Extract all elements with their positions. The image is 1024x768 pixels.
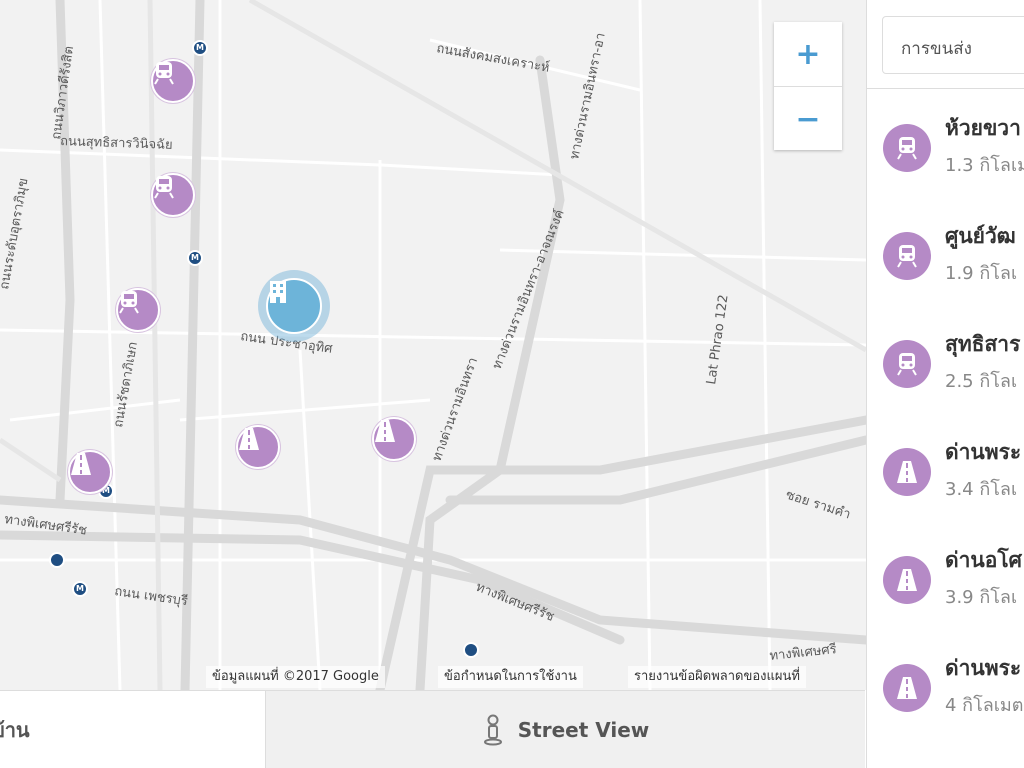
list-item[interactable]: ด่านพระ 4 กิโลเมต [867,640,1024,740]
place-distance: 3.4 กิโลเ [945,479,1018,500]
place-distance: 1.3 กิโลเม [945,155,1024,176]
road-label: Lat Phrao 122 [704,294,731,386]
hotel-marker[interactable] [266,278,322,334]
toll-road-icon [883,448,931,496]
road-label: ถนน เพชรบุรี [113,583,188,609]
train-icon [883,124,931,172]
category-select[interactable]: การขนส่ง [882,16,1024,74]
toll-gate-marker[interactable] [372,417,416,461]
road-label: ทางพิเศษศรี [769,641,838,664]
road-label: ทางด่วนรามอินทรา [430,356,481,464]
list-item[interactable]: ด่านพระ 3.4 กิโลเ [867,424,1024,524]
train-station-marker[interactable] [151,173,195,217]
list-item[interactable]: ด่านอโศ 3.9 กิโลเ [867,532,1024,632]
train-icon [883,340,931,388]
report-error-link[interactable]: รายงานข้อผิดพลาดของแผนที่ [628,666,806,688]
list-item[interactable]: ห้วยขวา 1.3 กิโลเม [867,100,1024,200]
train-icon [119,291,139,314]
train-station-marker[interactable] [116,288,160,332]
place-distance: 3.9 กิโลเ [945,587,1018,608]
road-label: ถนนสังคมสงเคราะห์ [435,40,550,76]
metro-station-icon[interactable] [187,250,203,266]
place-distance: 2.5 กิโลเ [945,371,1018,392]
place-name: ด่านพระ [945,440,1022,464]
road-label: ทางด่วนรามอินทรา-อา [567,31,609,160]
train-icon [883,232,931,280]
building-icon [270,281,286,303]
terms-link[interactable]: ข้อกำหนดในการใช้งาน [438,666,583,688]
toll-gate-marker[interactable] [68,450,112,494]
zoom-in-button[interactable]: + [774,22,842,87]
road-label: ถนนสุทธิสารวินิจฉัย [60,134,173,153]
street-view-label: Street View [517,717,650,742]
map-canvas[interactable]: ถนนสังคมสงเคราะห์ ถนนสุทธิสารวินิจฉัย ทา… [0,0,866,690]
place-name: ด่านพระ [945,656,1022,680]
zoom-out-button[interactable]: − [774,87,842,151]
toll-road-icon [883,664,931,712]
toll-gate-marker[interactable] [236,425,280,469]
metro-station-icon[interactable] [72,581,88,597]
train-icon [154,176,174,199]
place-name: สุทธิสาร [945,332,1021,356]
street-view-tab[interactable]: Street View [265,690,865,768]
tab-home[interactable]: บ้าน [0,690,265,768]
road-label: ถนนวิภาวดีรังสิต [48,45,77,141]
pegman-icon [483,714,502,745]
train-station-marker[interactable] [151,59,195,103]
road-label: ซอย รามคำ [784,488,853,523]
divider [867,88,1024,89]
list-item[interactable]: ศูนย์วัฒ 1.9 กิโลเ [867,208,1024,308]
nearby-sidebar: การขนส่ง ห้วยขวา 1.3 กิโลเม ศูนย์วัฒ 1.9… [866,0,1024,768]
tab-home-label: บ้าน [0,717,30,742]
road-network: ถนนสังคมสงเคราะห์ ถนนสุทธิสารวินิจฉัย ทา… [0,0,866,690]
ferry-pier-icon[interactable] [49,552,65,568]
list-item[interactable]: สุทธิสาร 2.5 กิโลเ [867,316,1024,416]
zoom-control: + − [774,22,842,150]
map-data-attribution: ข้อมูลแผนที่ ©2017 Google [206,666,385,688]
place-name: ศูนย์วัฒ [945,224,1016,248]
metro-station-icon[interactable] [192,40,208,56]
place-name: ด่านอโศ [945,548,1023,572]
toll-road-icon [239,428,259,450]
toll-road-icon [71,453,91,475]
train-icon [154,62,174,85]
road-label: ถนนระดับอุตราภิมุข [0,177,32,291]
toll-road-icon [375,420,395,442]
place-name: ห้วยขวา [945,116,1021,140]
toll-road-icon [883,556,931,604]
road-label: ถนนรัชดาภิเษก [111,341,141,429]
ferry-pier-icon[interactable] [463,642,479,658]
place-distance: 4 กิโลเมต [945,695,1024,716]
place-distance: 1.9 กิโลเ [945,263,1018,284]
